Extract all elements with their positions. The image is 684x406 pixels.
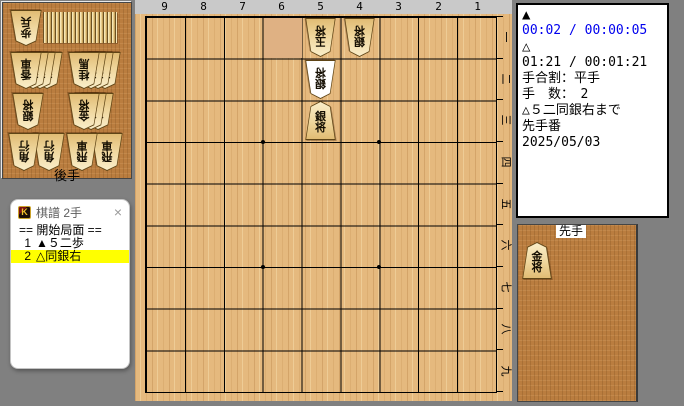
piece-face: 香車 — [10, 53, 42, 88]
piece-kanji: 金将 — [78, 98, 90, 122]
file-label: 8 — [200, 0, 207, 13]
piece-face: 桂馬 — [68, 53, 100, 88]
move-count-line: 手 数： 2 — [522, 87, 589, 102]
star-point — [261, 140, 265, 144]
shogi-board-panel: 9 8 7 6 5 4 3 2 1 一 二 三 四 五 六 七 八 九 玉将 銀… — [135, 0, 512, 401]
kifu-move-row-current[interactable]: 2 △同銀右 — [11, 250, 129, 263]
file-label: 9 — [161, 0, 168, 13]
sente-time: 00:02 / 00:00:05 — [522, 23, 648, 38]
rank-tick — [497, 183, 503, 184]
move-origin-square-highlight[interactable] — [264, 18, 302, 58]
hand-piece-silver[interactable]: 銀将 — [11, 93, 45, 130]
piece-face: 銀将 — [306, 102, 335, 139]
piece-face: 歩兵 — [10, 11, 42, 45]
file-label: 2 — [435, 0, 442, 13]
hand-piece-gold[interactable]: 金将 — [521, 242, 553, 279]
gote-time: 01:21 / 00:01:21 — [522, 55, 648, 70]
file-label: 3 — [395, 0, 402, 13]
rank-label: 五 — [499, 198, 512, 210]
rank-tick — [497, 16, 503, 17]
piece-kanji: 銀将 — [315, 110, 326, 134]
rank-label: 二 — [499, 73, 512, 85]
piece-face: 銀将 — [305, 61, 336, 98]
piece-kanji: 桂馬 — [78, 57, 90, 81]
piece-kanji: 金将 — [531, 250, 543, 274]
hand-piece-knight[interactable]: 桂馬 — [67, 52, 101, 89]
last-move-line: △５二同銀右まで — [522, 103, 621, 118]
hand-piece-rook[interactable]: 飛車 — [65, 133, 99, 171]
kifu-titlebar[interactable]: K 棋譜 2手 × — [11, 200, 129, 224]
piece-face: 飛車 — [66, 134, 98, 170]
rank-tick — [497, 349, 503, 350]
hand-piece-pawn[interactable]: 歩兵 — [9, 10, 43, 46]
rank-label: 一 — [499, 31, 512, 43]
game-info-panel: ▲ 00:02 / 00:00:05 △ 01:21 / 00:01:21 手合… — [516, 3, 669, 218]
kifu-app-icon: K — [18, 205, 31, 219]
file-label: 1 — [474, 0, 481, 13]
turn-line: 先手番 — [522, 119, 562, 134]
piece-face: 銀将 — [344, 19, 375, 56]
rank-tick — [497, 58, 503, 59]
star-point — [261, 265, 265, 269]
gote-mark: △ — [522, 39, 531, 55]
piece-kanji: 歩兵 — [20, 15, 32, 38]
rank-tick — [497, 308, 503, 309]
file-label: 5 — [317, 0, 324, 13]
file-label: 7 — [239, 0, 246, 13]
sente-label: 先手 — [556, 225, 587, 238]
file-coordinates: 9 8 7 6 5 4 3 2 1 — [135, 0, 512, 14]
piece-face: 玉将 — [305, 19, 336, 56]
piece-face: 角行 — [8, 134, 40, 170]
move-text: △同銀右 — [36, 249, 82, 263]
piece-face: 銀将 — [12, 94, 44, 129]
hand-piece-gold[interactable]: 金将 — [67, 93, 101, 130]
board-piece-silver-5b-just-moved[interactable]: 銀将 — [304, 60, 337, 99]
sente-piece-stand: 先手 金将 — [517, 224, 638, 402]
piece-kanji: 玉将 — [315, 24, 326, 48]
piece-kanji: 銀将 — [22, 98, 34, 122]
star-point — [377, 265, 381, 269]
gote-piece-stand: 歩兵 香車 香車 香車 香車 桂馬 桂馬 桂馬 桂馬 銀将 金将 金将 金将 角… — [2, 2, 132, 183]
piece-kanji: 角行 — [43, 139, 55, 162]
board-piece-silver-4a[interactable]: 銀将 — [343, 18, 376, 57]
move-number: 2 — [24, 249, 31, 263]
file-label: 4 — [356, 0, 363, 13]
rank-tick — [497, 391, 503, 392]
rank-tick — [497, 141, 503, 142]
kifu-window: K 棋譜 2手 × == 開始局面 == 1 ▲５二歩 2 △同銀右 — [10, 199, 130, 369]
piece-kanji: 銀将 — [315, 66, 326, 90]
rank-tick — [497, 99, 503, 100]
rank-label: 七 — [499, 281, 512, 293]
rank-label: 八 — [499, 323, 512, 335]
rank-label: 九 — [499, 365, 512, 377]
board-piece-silver-5c[interactable]: 銀将 — [304, 101, 337, 140]
piece-kanji: 銀将 — [354, 24, 365, 48]
hand-piece-lance[interactable]: 香車 — [9, 52, 43, 89]
piece-kanji: 香車 — [20, 57, 32, 81]
kifu-window-title: 棋譜 2手 — [36, 205, 83, 220]
piece-kanji: 角行 — [18, 139, 30, 162]
pawn-stack-tally[interactable] — [43, 12, 117, 43]
hand-piece-bishop[interactable]: 角行 — [7, 133, 41, 171]
star-point — [377, 140, 381, 144]
rank-label: 三 — [499, 114, 512, 126]
rank-tick — [497, 266, 503, 267]
piece-kanji: 飛車 — [101, 139, 113, 162]
board-piece-king-5a[interactable]: 玉将 — [304, 18, 337, 57]
piece-face: 金将 — [68, 94, 100, 129]
rank-tick — [497, 224, 503, 225]
rank-label: 六 — [499, 239, 512, 251]
file-label: 6 — [278, 0, 285, 13]
piece-face: 金将 — [523, 243, 551, 278]
date-line: 2025/05/03 — [522, 135, 601, 150]
close-icon[interactable]: × — [114, 205, 122, 219]
sente-mark: ▲ — [522, 7, 531, 23]
piece-kanji: 飛車 — [76, 139, 88, 162]
handicap-line: 手合割：平手 — [522, 71, 601, 86]
rank-label: 四 — [499, 156, 512, 168]
